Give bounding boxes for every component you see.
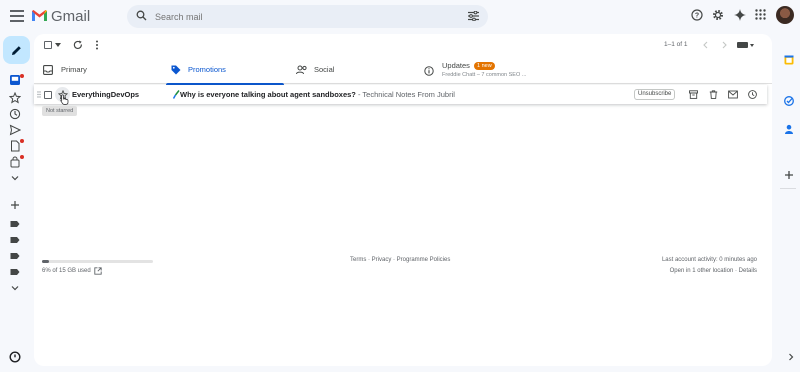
get-addons-plus-icon[interactable] (784, 170, 794, 180)
tag-icon (171, 65, 181, 75)
search-input[interactable] (155, 8, 455, 25)
open-location-details[interactable]: Open in 1 other location · Details (670, 268, 757, 274)
more-options-icon[interactable] (95, 40, 99, 50)
inbox-tray-icon (43, 65, 53, 75)
email-snippet: Technical Notes From Jubril (362, 90, 455, 99)
tab-social-label: Social (314, 65, 335, 74)
svg-text:?: ? (695, 13, 699, 20)
sent-icon[interactable] (9, 124, 21, 136)
email-row[interactable]: EverythingDevOps Why is everyone talking… (34, 85, 767, 105)
new-badge: 1 new (474, 62, 495, 70)
tab-promotions-label: Promotions (188, 65, 226, 74)
inbox-unread-dot (20, 74, 24, 78)
storage-bar (42, 260, 153, 263)
tab-updates-label: Updates (442, 61, 470, 70)
apps-grid-icon[interactable] (755, 9, 766, 20)
chevron-down-icon[interactable] (9, 172, 21, 184)
label-icon[interactable] (9, 266, 21, 278)
archive-icon[interactable] (689, 90, 698, 99)
unsubscribe-button[interactable]: Unsubscribe (634, 89, 676, 100)
star-button[interactable] (55, 87, 70, 105)
gemini-sparkle-icon[interactable] (734, 9, 746, 21)
mail-toolbar: 1–1 of 1 (34, 34, 772, 58)
top-bar: Gmail ? (0, 0, 800, 34)
input-tools-keyboard-icon[interactable] (737, 41, 755, 49)
compose-button[interactable] (3, 36, 30, 64)
storage-text: 6% of 15 GB used (42, 268, 91, 274)
mark-as-read-icon[interactable] (728, 90, 738, 99)
select-all-checkbox[interactable] (44, 41, 52, 49)
mail-panel: 1–1 of 1 Primary Promotions Social Updat… (34, 34, 772, 366)
open-storage-external-icon[interactable] (94, 267, 102, 275)
star-icon[interactable] (9, 92, 21, 104)
create-label-plus-icon[interactable] (9, 199, 21, 211)
older-chevron-right-icon[interactable] (720, 41, 728, 49)
email-subject: Why is everyone talking about agent sand… (180, 90, 356, 99)
label-icon[interactable] (9, 234, 21, 246)
calendar-icon[interactable] (784, 55, 794, 65)
info-icon (424, 66, 434, 76)
people-icon (296, 65, 307, 75)
email-sender: EverythingDevOps (72, 90, 140, 99)
mouse-hand-cursor-icon (60, 94, 69, 105)
app-title[interactable]: Gmail (51, 8, 90, 25)
footer-links[interactable]: Terms · Privacy · Programme Policies (350, 257, 450, 263)
pencil-icon (12, 45, 21, 55)
settings-gear-icon[interactable] (712, 9, 724, 21)
category-tabs: Primary Promotions Social Updates 1 new … (34, 58, 772, 85)
delete-trash-icon[interactable] (709, 90, 718, 99)
gmail-logo-icon[interactable] (31, 9, 48, 22)
tab-social[interactable]: Social (296, 58, 416, 84)
tab-updates-subtitle: Freddie Chatt – 7 common SEO ... (442, 72, 527, 78)
select-dropdown-chevron-icon[interactable] (55, 43, 61, 48)
last-activity-text: Last account activity: 0 minutes ago (661, 257, 757, 263)
contacts-icon[interactable] (784, 124, 794, 134)
search-options-icon[interactable] (468, 11, 479, 21)
search-icon[interactable] (136, 10, 147, 21)
tab-primary[interactable]: Primary (34, 58, 164, 84)
email-subject-line: Why is everyone talking about agent sand… (180, 90, 455, 99)
purchases-dot (20, 155, 24, 159)
account-avatar[interactable] (776, 6, 794, 24)
labels-expand-chevron-icon[interactable] (9, 282, 21, 294)
tab-promotions[interactable]: Promotions (166, 58, 284, 85)
tab-updates[interactable]: Updates 1 new Freddie Chatt – 7 common S… (422, 58, 562, 84)
help-icon[interactable]: ? (691, 9, 703, 21)
tasks-icon[interactable] (784, 96, 794, 106)
right-rail-divider (780, 188, 796, 189)
expand-side-panel-icon[interactable] (786, 352, 796, 362)
label-icon[interactable] (9, 218, 21, 230)
newer-chevron-left-icon[interactable] (702, 41, 710, 49)
drafts-dot (20, 139, 24, 143)
pagination-text: 1–1 of 1 (664, 41, 688, 48)
tab-primary-label: Primary (61, 65, 87, 74)
drag-handle-icon[interactable] (37, 91, 41, 98)
snooze-clock-icon[interactable] (748, 90, 757, 99)
main-menu-icon[interactable] (10, 10, 24, 22)
storage-fill (42, 260, 49, 263)
email-row-checkbox[interactable] (44, 91, 52, 99)
brush-icon (173, 90, 180, 99)
star-tooltip: Not starred (42, 106, 78, 116)
status-clock-icon[interactable] (9, 351, 21, 363)
label-icon[interactable] (9, 250, 21, 262)
refresh-icon[interactable] (73, 40, 83, 50)
search-bar (127, 5, 488, 28)
clock-snoozed-icon[interactable] (9, 108, 21, 120)
